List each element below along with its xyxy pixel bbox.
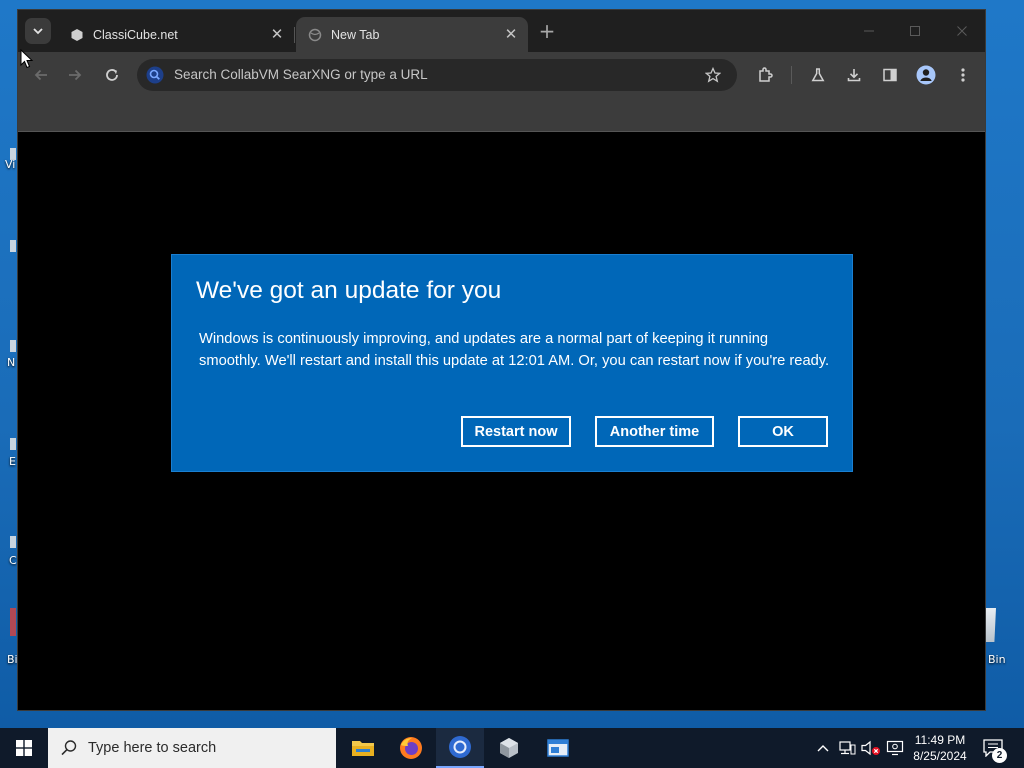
- tab-new-tab[interactable]: New Tab ✕: [296, 17, 528, 52]
- downloads-button[interactable]: [840, 61, 868, 89]
- labs-button[interactable]: [804, 61, 832, 89]
- tab-search-button[interactable]: [25, 18, 51, 44]
- arrow-right-icon: [69, 69, 82, 81]
- window-app-icon: [547, 739, 569, 757]
- side-panel-button[interactable]: [876, 61, 904, 89]
- reload-button[interactable]: [98, 61, 126, 89]
- kebab-menu-icon: [961, 68, 965, 82]
- ok-button[interactable]: OK: [738, 416, 828, 447]
- desktop-icon-partial[interactable]: [10, 438, 16, 450]
- download-icon: [847, 69, 861, 82]
- clock-time: 11:49 PM: [914, 733, 966, 747]
- dialog-message: Windows is continuously improving, and u…: [199, 331, 830, 369]
- desktop-icon-label: Vi: [5, 158, 16, 171]
- chevron-down-icon: [33, 28, 43, 35]
- volume-muted-icon: [861, 740, 880, 756]
- taskbar: Type here to search 11:49 PM 8/25/2024 2: [0, 728, 1024, 768]
- tab-title: New Tab: [331, 27, 380, 42]
- desktop-icon-label: N: [7, 356, 16, 369]
- search-icon: [61, 740, 77, 756]
- extensions-button[interactable]: [751, 61, 779, 89]
- taskbar-search-box[interactable]: Type here to search: [48, 728, 336, 768]
- taskbar-app-package[interactable]: [485, 728, 533, 768]
- another-time-button[interactable]: Another time: [595, 416, 714, 447]
- profile-button[interactable]: [912, 61, 940, 89]
- desktop-icon-partial[interactable]: [10, 536, 16, 548]
- package-icon: [500, 738, 518, 758]
- desktop-icon-label: E: [9, 455, 16, 468]
- tab-title: ClassiCube.net: [93, 27, 178, 42]
- file-explorer-icon: [352, 741, 374, 756]
- update-dialog: We've got an update for you Windows is c…: [172, 255, 852, 471]
- desktop-icon-partial[interactable]: [10, 340, 16, 352]
- flask-icon: [811, 68, 825, 82]
- desktop-icon-partial[interactable]: [10, 608, 16, 636]
- display-tray-button[interactable]: [885, 738, 905, 758]
- start-button[interactable]: [0, 728, 48, 768]
- desktop-icon-label: Bi: [7, 653, 18, 666]
- maximize-icon: [910, 26, 920, 36]
- tab-separator: [294, 27, 295, 43]
- taskbar-app-firefox[interactable]: [387, 728, 435, 768]
- clock-date: 8/25/2024: [913, 749, 967, 763]
- forward-button[interactable]: [61, 61, 89, 89]
- tab-close-button[interactable]: ✕: [502, 26, 520, 44]
- classicube-favicon-icon: [71, 28, 83, 41]
- taskbar-app-window[interactable]: [534, 728, 582, 768]
- desktop-icon-partial[interactable]: [10, 240, 16, 252]
- tab-strip: ClassiCube.net ✕ New Tab ✕ +: [18, 10, 985, 52]
- show-hidden-icons-button[interactable]: [813, 738, 833, 758]
- reload-icon: [106, 69, 118, 81]
- restart-now-button[interactable]: Restart now: [461, 416, 571, 447]
- windows-logo-icon: [16, 740, 32, 756]
- chromium-icon: [449, 736, 471, 758]
- maximize-button[interactable]: [900, 18, 930, 44]
- taskbar-clock[interactable]: 11:49 PM 8/25/2024: [905, 732, 975, 764]
- globe-favicon-icon: [308, 28, 322, 41]
- network-icon: [839, 741, 856, 755]
- avatar-icon: [916, 65, 936, 85]
- network-tray-button[interactable]: [837, 738, 857, 758]
- notification-count-badge: 2: [992, 748, 1007, 763]
- firefox-icon: [400, 737, 422, 759]
- recycle-bin-label: Bin: [988, 653, 1006, 666]
- close-icon: [957, 26, 967, 36]
- menu-button[interactable]: [949, 61, 977, 89]
- taskbar-app-file-explorer[interactable]: [339, 728, 387, 768]
- side-panel-icon: [883, 68, 897, 82]
- dialog-title: We've got an update for you: [196, 277, 502, 304]
- star-icon[interactable]: [705, 67, 721, 83]
- action-center-button[interactable]: 2: [978, 728, 1024, 768]
- search-icon: [146, 66, 164, 84]
- puzzle-icon: [759, 67, 773, 82]
- browser-toolbar: Search CollabVM SearXNG or type a URL: [18, 52, 985, 98]
- address-bar[interactable]: Search CollabVM SearXNG or type a URL: [137, 59, 737, 91]
- address-bar-placeholder: Search CollabVM SearXNG or type a URL: [174, 67, 428, 82]
- tab-close-button[interactable]: ✕: [268, 26, 286, 44]
- tab-classicube[interactable]: ClassiCube.net ✕: [58, 17, 294, 52]
- minimize-button[interactable]: [854, 18, 884, 44]
- arrow-left-icon: [34, 69, 47, 81]
- taskbar-search-placeholder: Type here to search: [88, 740, 217, 756]
- chevron-up-icon: [817, 745, 829, 752]
- close-window-button[interactable]: [947, 18, 977, 44]
- display-icon: [886, 740, 904, 756]
- desktop-icon-label: C: [9, 554, 17, 567]
- mouse-cursor-icon: [20, 49, 34, 69]
- toolbar-divider: [791, 66, 792, 84]
- volume-tray-button[interactable]: [861, 738, 881, 758]
- new-tab-button[interactable]: +: [537, 21, 557, 42]
- bookmarks-bar: [18, 98, 985, 132]
- taskbar-app-chromium[interactable]: [436, 728, 484, 768]
- minimize-icon: [864, 30, 874, 32]
